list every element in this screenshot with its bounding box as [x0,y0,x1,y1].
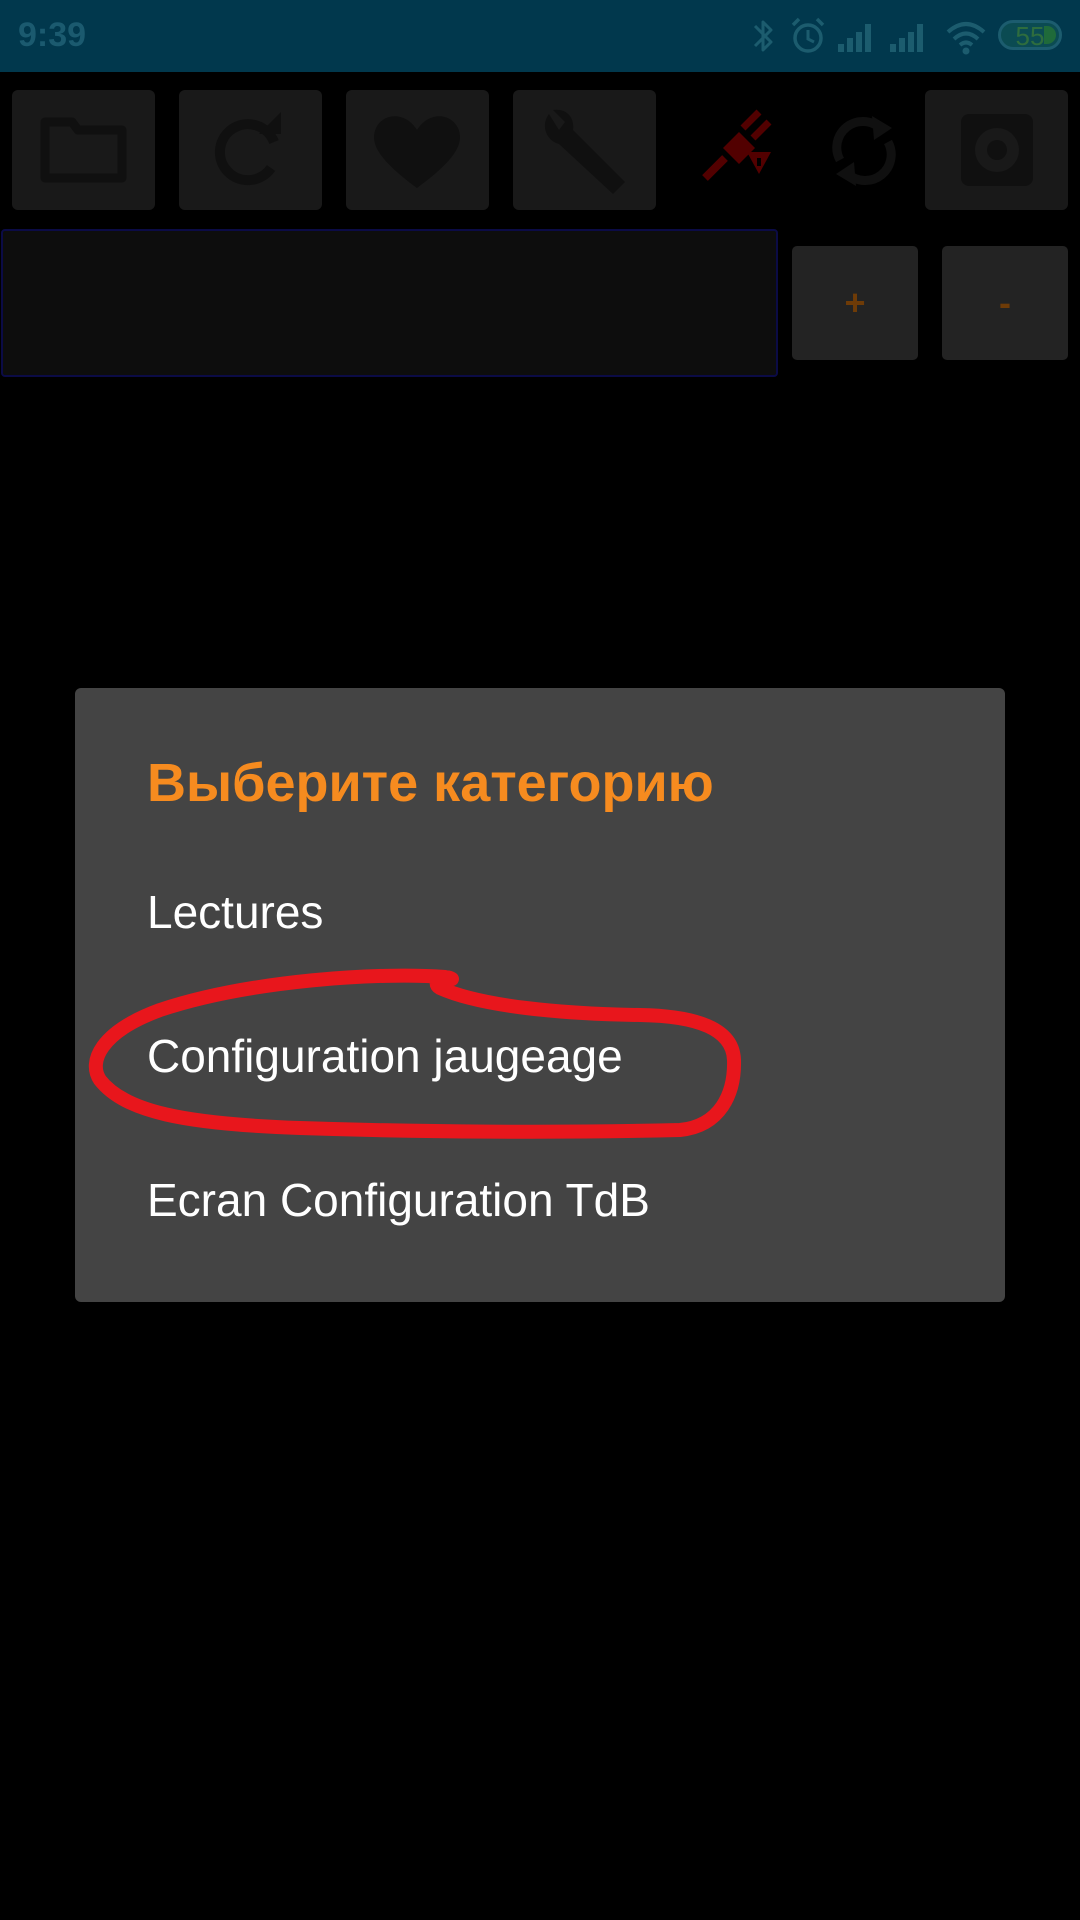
app-screen: 9:39 55 + - Выберите категорию Lectures … [0,0,1080,1920]
settings-button[interactable] [925,90,1068,210]
tools-button[interactable] [513,90,656,210]
battery-level: 55 [1015,21,1045,51]
alarm-icon [791,17,825,53]
signal-icon [838,24,871,52]
dialog-title: Выберите категорию [147,753,714,813]
battery-icon: 55 [998,20,1062,51]
heart-icon [374,116,460,188]
bluetooth-icon [753,20,773,52]
dialog-item-lectures[interactable]: Lectures [147,866,947,958]
sync-button[interactable] [792,90,935,210]
value-input[interactable] [1,229,778,377]
connection-status-button[interactable] [665,90,808,210]
refresh-icon [214,112,281,186]
category-dialog: Выберите категорию Lectures Configuratio… [75,688,1005,1302]
signal-icon [890,24,923,52]
decrement-button[interactable]: - [942,246,1068,360]
favorites-button[interactable] [346,90,489,210]
dialog-item-configuration-jaugeage[interactable]: Configuration jaugeage [147,1010,947,1102]
folder-button[interactable] [12,90,155,210]
status-time: 9:39 [18,16,87,54]
increment-button[interactable]: + [792,246,918,360]
disconnected-plug-icon [702,109,772,181]
gear-icon [961,114,1033,186]
refresh-button[interactable] [179,90,322,210]
status-bar: 9:39 55 [0,0,1080,72]
wrench-icon [544,109,625,194]
sync-icon [832,116,896,186]
dialog-item-ecran-configuration-tdb[interactable]: Ecran Configuration TdB [147,1154,947,1246]
folder-icon [40,117,127,183]
wifi-icon [946,22,986,55]
